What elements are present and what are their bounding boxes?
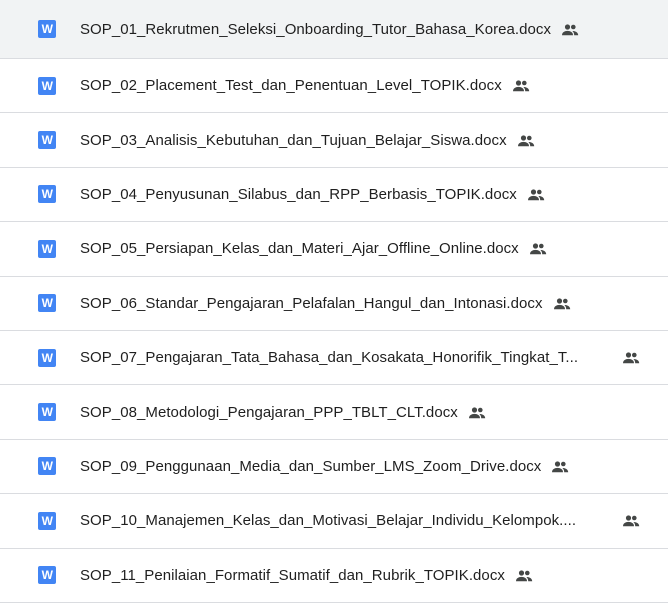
word-doc-icon: W bbox=[38, 511, 56, 530]
file-row-07[interactable]: W SOP_07_Pengajaran_Tata_Bahasa_dan_Kosa… bbox=[0, 331, 668, 386]
file-row-01[interactable]: W SOP_01_Rekrutmen_Seleksi_Onboarding_Tu… bbox=[0, 0, 668, 59]
file-row-04[interactable]: W SOP_04_Penyusunan_Silabus_dan_RPP_Berb… bbox=[0, 168, 668, 223]
file-row-05[interactable]: W SOP_05_Persiapan_Kelas_dan_Materi_Ajar… bbox=[0, 222, 668, 277]
shared-people-icon bbox=[622, 515, 640, 527]
file-row-02[interactable]: W SOP_02_Placement_Test_dan_Penentuan_Le… bbox=[0, 59, 668, 114]
word-doc-icon: W bbox=[38, 131, 56, 150]
file-name: SOP_04_Penyusunan_Silabus_dan_RPP_Berbas… bbox=[80, 186, 545, 203]
file-row-10[interactable]: W SOP_10_Manajemen_Kelas_dan_Motivasi_Be… bbox=[0, 494, 668, 549]
word-doc-icon: W bbox=[38, 239, 56, 258]
word-doc-icon: W bbox=[38, 20, 56, 38]
file-row-08[interactable]: W SOP_08_Metodologi_Pengajaran_PPP_TBLT_… bbox=[0, 385, 668, 440]
shared-people-icon bbox=[529, 243, 547, 255]
file-name: SOP_01_Rekrutmen_Seleksi_Onboarding_Tuto… bbox=[80, 21, 579, 38]
file-name: SOP_06_Standar_Pengajaran_Pelafalan_Hang… bbox=[80, 295, 571, 312]
file-name: SOP_02_Placement_Test_dan_Penentuan_Leve… bbox=[80, 77, 530, 94]
shared-people-icon bbox=[551, 461, 569, 473]
file-name: SOP_03_Analisis_Kebutuhan_dan_Tujuan_Bel… bbox=[80, 132, 535, 149]
shared-people-icon bbox=[468, 406, 486, 419]
file-name: SOP_10_Manajemen_Kelas_dan_Motivasi_Bela… bbox=[80, 512, 577, 530]
word-doc-icon: W bbox=[38, 457, 56, 476]
shared-people-icon bbox=[527, 189, 545, 201]
shared-people-icon bbox=[622, 352, 640, 364]
file-name: SOP_09_Penggunaan_Media_dan_Sumber_LMS_Z… bbox=[80, 458, 569, 475]
file-name: SOP_05_Persiapan_Kelas_dan_Materi_Ajar_O… bbox=[80, 240, 547, 257]
file-name: SOP_07_Pengajaran_Tata_Bahasa_dan_Kosaka… bbox=[80, 349, 579, 367]
word-doc-icon: W bbox=[38, 294, 56, 313]
word-doc-icon: W bbox=[38, 348, 56, 367]
shared-people-icon bbox=[512, 80, 530, 92]
file-list: W SOP_01_Rekrutmen_Seleksi_Onboarding_Tu… bbox=[0, 0, 668, 603]
file-row-03[interactable]: W SOP_03_Analisis_Kebutuhan_dan_Tujuan_B… bbox=[0, 113, 668, 168]
shared-people-icon bbox=[553, 298, 571, 310]
file-name: SOP_11_Penilaian_Formatif_Sumatif_dan_Ru… bbox=[80, 567, 533, 584]
shared-people-icon bbox=[515, 570, 533, 582]
word-doc-icon: W bbox=[38, 403, 56, 422]
shared-people-icon bbox=[561, 23, 579, 36]
shared-people-icon bbox=[517, 135, 535, 147]
word-doc-icon: W bbox=[38, 185, 56, 204]
file-row-11[interactable]: W SOP_11_Penilaian_Formatif_Sumatif_dan_… bbox=[0, 549, 668, 603]
file-row-06[interactable]: W SOP_06_Standar_Pengajaran_Pelafalan_Ha… bbox=[0, 277, 668, 331]
word-doc-icon: W bbox=[38, 76, 56, 95]
file-row-09[interactable]: W SOP_09_Penggunaan_Media_dan_Sumber_LMS… bbox=[0, 440, 668, 495]
word-doc-icon: W bbox=[38, 566, 56, 585]
file-name: SOP_08_Metodologi_Pengajaran_PPP_TBLT_CL… bbox=[80, 404, 486, 421]
